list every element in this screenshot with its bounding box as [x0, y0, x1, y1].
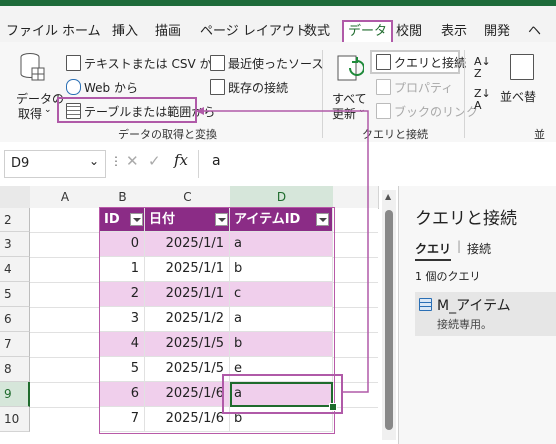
- vertical-scrollbar[interactable]: ▲: [382, 190, 396, 440]
- pane-title: クエリと接続: [415, 209, 517, 229]
- tab-queries[interactable]: クエリ: [415, 240, 452, 261]
- query-description: 接続専用。: [437, 318, 492, 331]
- query-item[interactable]: M_アイテム 接続専用。: [415, 292, 556, 336]
- scroll-up-icon[interactable]: ▲: [385, 192, 391, 201]
- query-name: M_アイテム: [437, 298, 511, 314]
- tab-connections[interactable]: 接続: [467, 240, 491, 257]
- query-count: 1 個のクエリ: [415, 270, 481, 283]
- table-icon: [419, 298, 432, 311]
- queries-connections-pane: クエリと接続 クエリ | 接続 1 個のクエリ M_アイテム 接続専用。: [398, 186, 556, 444]
- scrollbar-thumb[interactable]: [385, 210, 393, 430]
- tab-separator: |: [457, 239, 462, 253]
